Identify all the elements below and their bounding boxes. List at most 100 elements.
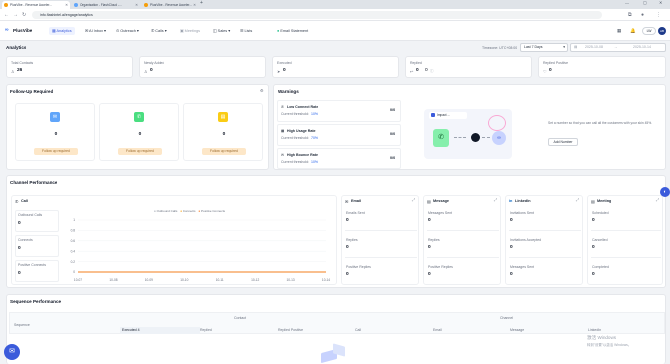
user-switch-button[interactable]: LW (642, 27, 656, 35)
col-message[interactable]: Message (510, 328, 524, 332)
nav-calls[interactable]: ✆ Calls ▾ (148, 27, 170, 35)
back-icon[interactable]: ← (4, 12, 9, 18)
chart-legend: ● Outbound Calls ● Connects ● Positive C… (154, 209, 226, 213)
follow-up-button[interactable]: Follow up required (202, 148, 246, 155)
nav-ai-inbox[interactable]: ✉ AI Inbox ▾ (82, 27, 109, 35)
call-stat-outbound: Outbound Calls 0 (15, 210, 59, 232)
nav-meetings[interactable]: ▣ Meetings (177, 27, 203, 35)
maximize-icon[interactable]: ▢ (643, 0, 647, 5)
expand-icon[interactable]: ⤢ (494, 198, 497, 202)
browser-tab[interactable]: PlusVibe - Revenue Acceler... ✕ (142, 1, 198, 9)
warning-item-usage-rate[interactable]: ▦ High Usage Rate Current threshold: 70%… (277, 124, 401, 146)
legend-positive: Positive Connects (201, 209, 226, 213)
follow-up-tile-message: ▤ 0 Follow up required (183, 103, 263, 161)
group-channel-header: Channel (500, 316, 514, 320)
phone-icon: ✆ (433, 129, 449, 147)
warning-item-bounce-rate[interactable]: ✉ High Bounce Rate Current threshold: 10… (277, 148, 401, 169)
extensions-icon[interactable]: ⧉ (628, 12, 632, 18)
windows-watermark-title: 激活 Windows (587, 335, 617, 340)
threshold-link[interactable]: 10% (311, 160, 318, 164)
close-tab-icon[interactable]: ✕ (135, 1, 138, 9)
y-tick-label: 0.4 (71, 249, 76, 253)
warning-illustration: Impact ... ✆ ∞ (424, 109, 512, 159)
threshold-link[interactable]: 10% (311, 112, 318, 116)
date-range-select[interactable]: Last 7 Days ▾ (520, 43, 568, 52)
info-icon[interactable]: ⓘ (430, 69, 434, 74)
brand-logo-icon: ∞ (5, 27, 9, 33)
forward-icon[interactable]: → (13, 12, 18, 18)
follow-up-panel: Follow-Up Required ⚙ ✉ 0 Follow up requi… (6, 84, 269, 170)
browser-tab-bar: PlusVibe - Revenue Acceler... ✕ Organisat… (0, 0, 670, 9)
reload-icon[interactable]: ↻ (22, 12, 26, 18)
nav-sales[interactable]: ◫ Sales ▾ (210, 27, 233, 35)
notification-bell-icon[interactable]: 🔔 (630, 28, 636, 34)
close-tab-icon[interactable]: ✕ (65, 1, 68, 9)
thumbs-up-icon: ♡ (543, 70, 547, 74)
x-tick-label: 10-08 (109, 278, 117, 282)
url-input[interactable]: info.flashintel.ai/engage/analytics (32, 11, 602, 19)
message-card: ▤ Message ⤢ Messages Sent 0 Replies 0 Po… (423, 195, 501, 285)
sequence-performance-panel: Sequence Performance Contact Channel Seq… (6, 294, 666, 364)
col-call[interactable]: Call (355, 328, 361, 332)
user-icon: ♙ (11, 70, 15, 74)
col-replied[interactable]: Replied (200, 328, 212, 332)
avatar[interactable]: AB (658, 27, 666, 35)
nav-analytics[interactable]: ▦ Analytics (49, 27, 75, 35)
calendar-icon: ▤ (574, 45, 578, 49)
date-range-picker[interactable]: ▤ 2025-10-08 → 2025-10-14 (570, 43, 666, 52)
follow-up-button[interactable]: Follow up required (118, 148, 162, 155)
minimize-icon[interactable]: — (625, 0, 629, 5)
email-statement-button[interactable]: ● Email Statement (274, 27, 311, 35)
y-tick-label: 0 (73, 270, 75, 274)
follow-up-button[interactable]: Follow up required (34, 148, 78, 155)
stat-card-replied-positive: Replied Positive ♡ 0 (538, 56, 666, 78)
windows-watermark-sub: 转到"设置"以激活 Windows。 (587, 343, 632, 347)
y-tick-label: 0.6 (71, 239, 76, 243)
threshold-link[interactable]: 70% (311, 136, 318, 140)
close-window-icon[interactable]: ✕ (659, 0, 662, 5)
col-sequence: Sequence (14, 323, 30, 327)
chevron-down-icon: ▾ (563, 45, 565, 49)
call-line-chart: 1 0.8 0.6 0.4 0.2 0 10-07 10-08 10-09 10-10 10-11 1… (71, 218, 331, 282)
stat-card-newly-added: Newly Added ♙ 0 (139, 56, 266, 78)
settings-gear-icon[interactable]: ⚙ (260, 89, 264, 93)
follow-up-tile-call: ✆ 0 Follow up required (99, 103, 179, 161)
sequence-table-header: Contact Channel Sequence Executed 4 Repl… (9, 312, 665, 334)
phone-icon: ✆ (134, 112, 144, 122)
send-icon: ➤ (277, 70, 281, 74)
email-icon: ✉ (345, 200, 349, 204)
expand-icon[interactable]: ⤢ (656, 198, 659, 202)
grid-icon[interactable]: ▦ (617, 28, 621, 34)
chat-support-icon[interactable]: ✉ (4, 344, 20, 360)
nav-lists[interactable]: ☰ Lists (237, 27, 255, 35)
warning-item-connect-rate[interactable]: ✆ Low Connect Rate Current threshold: 10… (277, 100, 401, 122)
section-title: Warnings (278, 89, 299, 94)
close-tab-icon[interactable]: ✕ (193, 1, 196, 9)
col-replied-positive[interactable]: Replied Positive (278, 328, 303, 332)
legend-connects: Connects (182, 209, 196, 213)
x-tick-label: 10-07 (74, 278, 82, 282)
browser-tab[interactable]: PlusVibe - Revenue Acceler... ✕ (2, 1, 70, 9)
y-tick-label: 0.2 (71, 260, 76, 264)
link-icon: ∞ (492, 131, 506, 145)
browser-tab[interactable]: Organisation - FlashCloud -... ✕ (72, 1, 140, 9)
expand-icon[interactable]: ⤢ (576, 198, 579, 202)
col-executed[interactable]: Executed 4 (122, 328, 140, 332)
col-email[interactable]: Email (433, 328, 442, 332)
channel-performance-panel: Channel Performance ✆ Call ● Outbound Ca… (6, 175, 666, 288)
nav-outreach[interactable]: ⊙ Outreach ▾ (113, 27, 142, 35)
add-number-button[interactable]: Add Number (548, 138, 578, 146)
expand-icon[interactable]: ⤢ (412, 198, 415, 202)
x-tick-label: 10-13 (286, 278, 294, 282)
favicon-icon (4, 3, 8, 7)
reply-icon: ↩ (410, 70, 414, 74)
side-helper-icon[interactable]: ◐ (660, 187, 670, 197)
profile-icon[interactable]: ● (641, 12, 644, 18)
group-contact-header: Contact (234, 316, 247, 320)
calendar-icon: ▤ (591, 200, 595, 204)
new-tab-icon[interactable]: + (200, 0, 203, 6)
browser-menu-icon[interactable]: ⋮ (656, 12, 661, 18)
col-linkedin[interactable]: LinkedIn (588, 328, 601, 332)
email-icon: ✉ (281, 153, 285, 157)
linkedin-card: in LinkedIn ⤢ Invitations Sent 0 Invitat… (505, 195, 583, 285)
